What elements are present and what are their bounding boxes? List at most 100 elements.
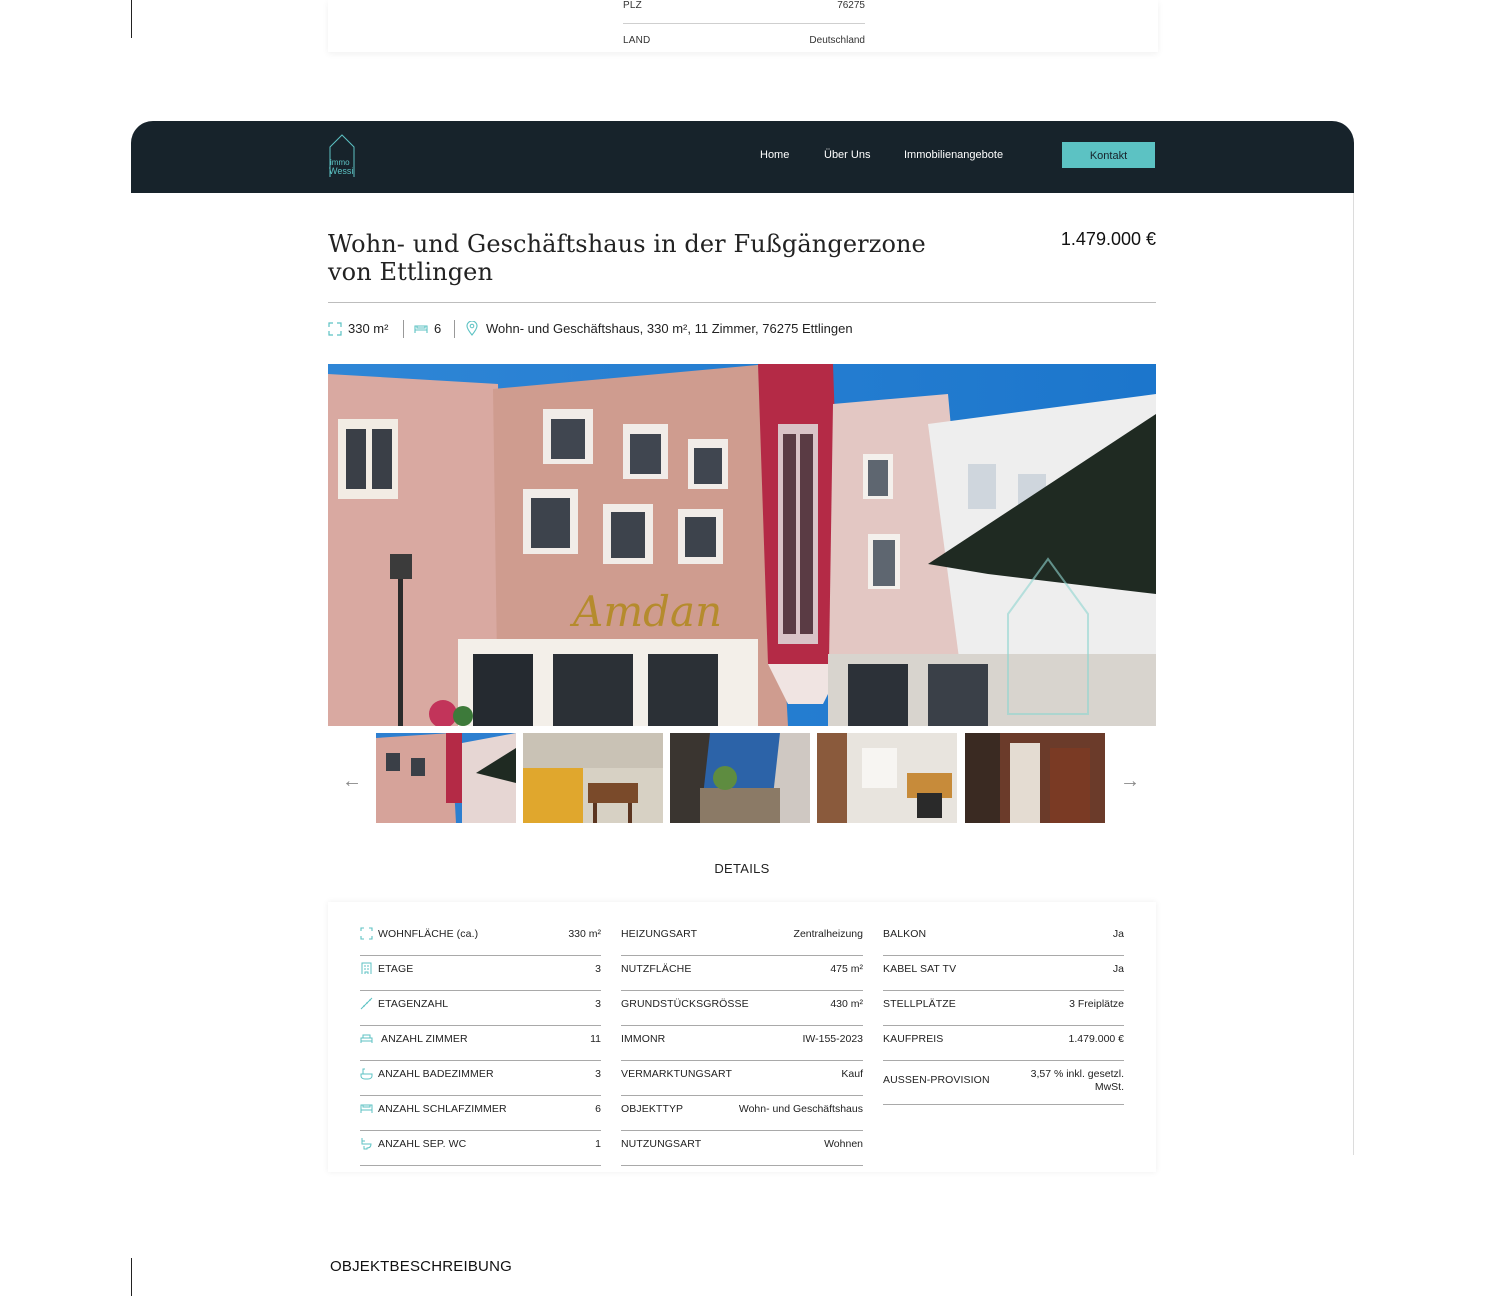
area-icon xyxy=(360,927,373,940)
building-icon xyxy=(361,962,372,974)
arrow-right-icon[interactable]: → xyxy=(1118,770,1142,793)
logo-text-wessi: Wessi xyxy=(329,166,354,176)
detail-key: ETAGE xyxy=(378,963,414,975)
detail-row-nutzflaeche: NUTZFLÄCHE 475 m² xyxy=(621,955,863,991)
toilet-icon xyxy=(361,1138,372,1150)
bed-icon xyxy=(360,1104,373,1113)
meta-address: Wohn- und Geschäftshaus, 330 m², 11 Zimm… xyxy=(486,321,853,336)
detail-key: ANZAHL BADEZIMMER xyxy=(378,1068,494,1080)
detail-value: IW-155-2023 xyxy=(802,1033,863,1045)
detail-value: 1 xyxy=(595,1138,601,1150)
detail-value: 3 xyxy=(595,1068,601,1080)
thumbnail-2[interactable] xyxy=(523,733,663,823)
meta-separator xyxy=(454,320,455,338)
area-icon xyxy=(328,322,342,336)
kontakt-button[interactable]: Kontakt xyxy=(1062,142,1155,168)
detail-row-stellplaetze: STELLPLÄTZE 3 Freiplätze xyxy=(883,990,1124,1026)
detail-value: 430 m² xyxy=(830,998,863,1010)
details-card: WOHNFLÄCHE (ca.) 330 m² ETAGE 3 ETAGENZA… xyxy=(328,902,1156,1172)
detail-value: 6 xyxy=(595,1103,601,1115)
detail-value: Ja xyxy=(1112,963,1124,975)
detail-row-aussen-provision: AUSSEN-PROVISION 3,57 % inkl. gesetzl. M… xyxy=(883,1060,1124,1105)
detail-key: NUTZUNGSART xyxy=(621,1138,702,1150)
thumbnail-3[interactable] xyxy=(670,733,810,823)
detail-value: 3 Freiplätze xyxy=(1069,998,1124,1010)
nav-ueber-uns[interactable]: Über Uns xyxy=(824,149,870,161)
thumbnail-balcony-photo xyxy=(670,733,810,823)
detail-row-zimmer: ANZAHL ZIMMER 11 xyxy=(360,1025,601,1061)
bed-icon xyxy=(414,325,428,333)
page-edge-line-top xyxy=(131,0,132,38)
nav-home[interactable]: Home xyxy=(760,149,789,161)
detail-key: ANZAHL SEP. WC xyxy=(378,1138,467,1150)
thumbnail-5[interactable] xyxy=(965,733,1105,823)
sofa-icon xyxy=(360,1034,373,1043)
detail-key: ETAGENZAHL xyxy=(378,998,449,1010)
detail-value: 3 xyxy=(595,998,601,1010)
divider xyxy=(623,23,865,24)
thumbnail-1[interactable] xyxy=(376,733,516,823)
detail-value: 1.479.000 € xyxy=(1068,1033,1124,1045)
detail-key: WOHNFLÄCHE (ca.) xyxy=(378,928,479,940)
detail-key: GRUNDSTÜCKSGRÖSSE xyxy=(621,998,749,1010)
detail-key: AUSSEN-PROVISION xyxy=(883,1074,990,1086)
detail-row-immonr: IMMONR IW-155-2023 xyxy=(621,1025,863,1061)
main-listing-photo[interactable]: Amdan xyxy=(328,364,1156,726)
detail-key: IMMONR xyxy=(621,1033,666,1045)
detail-key: BALKON xyxy=(883,928,927,940)
detail-row-kaufpreis: KAUFPREIS 1.479.000 € xyxy=(883,1025,1124,1061)
detail-key: KABEL SAT TV xyxy=(883,963,957,975)
detail-row-vermarktungsart: VERMARKTUNGSART Kauf xyxy=(621,1060,863,1096)
detail-row-badezimmer: ANZAHL BADEZIMMER 3 xyxy=(360,1060,601,1096)
detail-key: STELLPLÄTZE xyxy=(883,998,956,1010)
page-edge-line-bottom xyxy=(131,1258,132,1296)
nav-immobilienangebote[interactable]: Immobilienangebote xyxy=(904,149,1003,161)
detail-value: 3 xyxy=(595,963,601,975)
plz-value: 76275 xyxy=(837,0,865,11)
meta-bedrooms: 6 xyxy=(434,321,442,336)
detail-key: VERMARKTUNGSART xyxy=(621,1068,732,1080)
detail-key: NUTZFLÄCHE xyxy=(621,963,692,975)
plz-label: PLZ xyxy=(623,0,642,11)
thumbnail-4[interactable] xyxy=(817,733,957,823)
detail-row-etage: ETAGE 3 xyxy=(360,955,601,991)
building-photo: Amdan xyxy=(328,364,1156,726)
detail-row-sep-wc: ANZAHL SEP. WC 1 xyxy=(360,1130,601,1166)
thumbnail-office-photo xyxy=(817,733,957,823)
thumbnail-kitchen-photo xyxy=(523,733,663,823)
stairs-icon xyxy=(360,997,373,1010)
thumbnail-hallway-photo xyxy=(965,733,1105,823)
svg-text:Amdan: Amdan xyxy=(569,587,722,636)
detail-row-nutzungsart: NUTZUNGSART Wohnen xyxy=(621,1130,863,1166)
detail-row-balkon: BALKON Ja xyxy=(883,920,1124,956)
address-card-fragment: PLZ 76275 LAND Deutschland xyxy=(328,0,1158,52)
land-label: LAND xyxy=(623,35,651,46)
arrow-left-icon[interactable]: ← xyxy=(340,770,364,793)
detail-value: Kauf xyxy=(841,1068,863,1080)
detail-value: 330 m² xyxy=(568,928,601,940)
detail-value: 11 xyxy=(590,1033,601,1045)
meta-separator xyxy=(403,320,404,338)
detail-key: KAUFPREIS xyxy=(883,1033,944,1045)
detail-row-etagenzahl: ETAGENZAHL 3 xyxy=(360,990,601,1026)
detail-value: 475 m² xyxy=(830,963,863,975)
site-header: immo Wessi Home Über Uns Immobilienangeb… xyxy=(131,121,1354,193)
detail-row-objekttyp: OBJEKTTYP Wohn- und Geschäftshaus xyxy=(621,1095,863,1131)
detail-row-grundstuecksgroesse: GRUNDSTÜCKSGRÖSSE 430 m² xyxy=(621,990,863,1026)
land-value: Deutschland xyxy=(809,35,865,46)
details-heading: DETAILS xyxy=(714,861,770,876)
detail-key: ANZAHL SCHLAFZIMMER xyxy=(378,1103,507,1115)
logo[interactable]: immo Wessi xyxy=(328,133,356,179)
detail-value: Wohnen xyxy=(824,1138,863,1150)
detail-value: 3,57 % inkl. gesetzl. MwSt. xyxy=(1030,1068,1124,1093)
detail-value: Zentralheizung xyxy=(793,928,863,940)
listing-price: 1.479.000 € xyxy=(1060,229,1156,249)
meta-area: 330 m² xyxy=(348,321,389,336)
detail-key: HEIZUNGSART xyxy=(621,928,698,940)
location-pin-icon xyxy=(466,321,478,336)
description-heading: OBJEKTBESCHREIBUNG xyxy=(330,1258,512,1275)
detail-row-heizungsart: HEIZUNGSART Zentralheizung xyxy=(621,920,863,956)
detail-value: Ja xyxy=(1112,928,1124,940)
thumbnail-facade-photo xyxy=(376,733,516,823)
detail-value: Wohn- und Geschäftshaus xyxy=(738,1103,863,1115)
